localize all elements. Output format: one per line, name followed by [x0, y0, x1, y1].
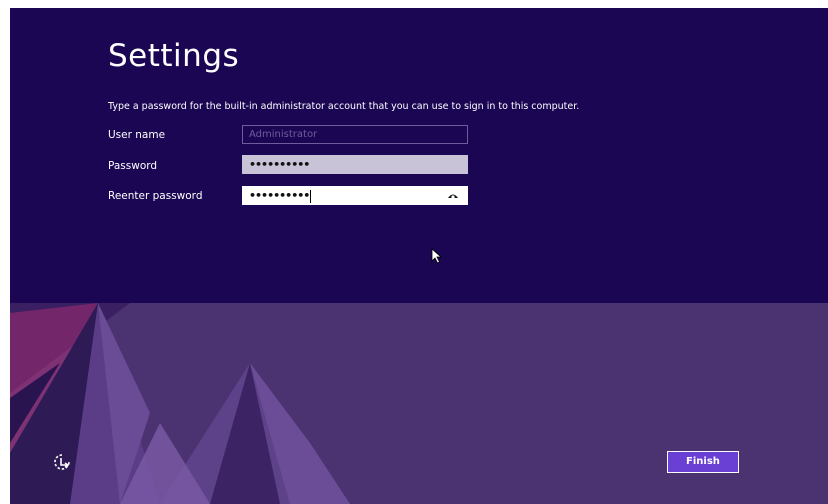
page-title: Settings — [108, 38, 240, 74]
decorative-triangles — [10, 303, 350, 504]
reenter-password-field[interactable]: •••••••••• — [242, 186, 468, 205]
instruction-text: Type a password for the built-in adminis… — [108, 101, 580, 112]
setup-screen: Settings Type a password for the built-i… — [10, 8, 828, 504]
reenter-password-value: •••••••••• — [249, 189, 310, 202]
background-art — [10, 303, 828, 504]
finish-button[interactable]: Finish — [667, 451, 739, 473]
settings-panel: Settings Type a password for the built-i… — [10, 8, 828, 303]
password-field[interactable]: •••••••••• — [242, 155, 468, 174]
mouse-pointer-icon — [431, 248, 443, 264]
password-label: Password — [108, 160, 158, 172]
password-value: •••••••••• — [249, 158, 310, 171]
reenter-password-label: Reenter password — [108, 190, 203, 202]
ease-of-access-icon[interactable] — [52, 452, 72, 472]
eye-icon[interactable] — [447, 190, 459, 202]
username-field[interactable]: Administrator — [242, 125, 468, 144]
username-label: User name — [108, 129, 166, 141]
text-caret — [310, 189, 312, 203]
